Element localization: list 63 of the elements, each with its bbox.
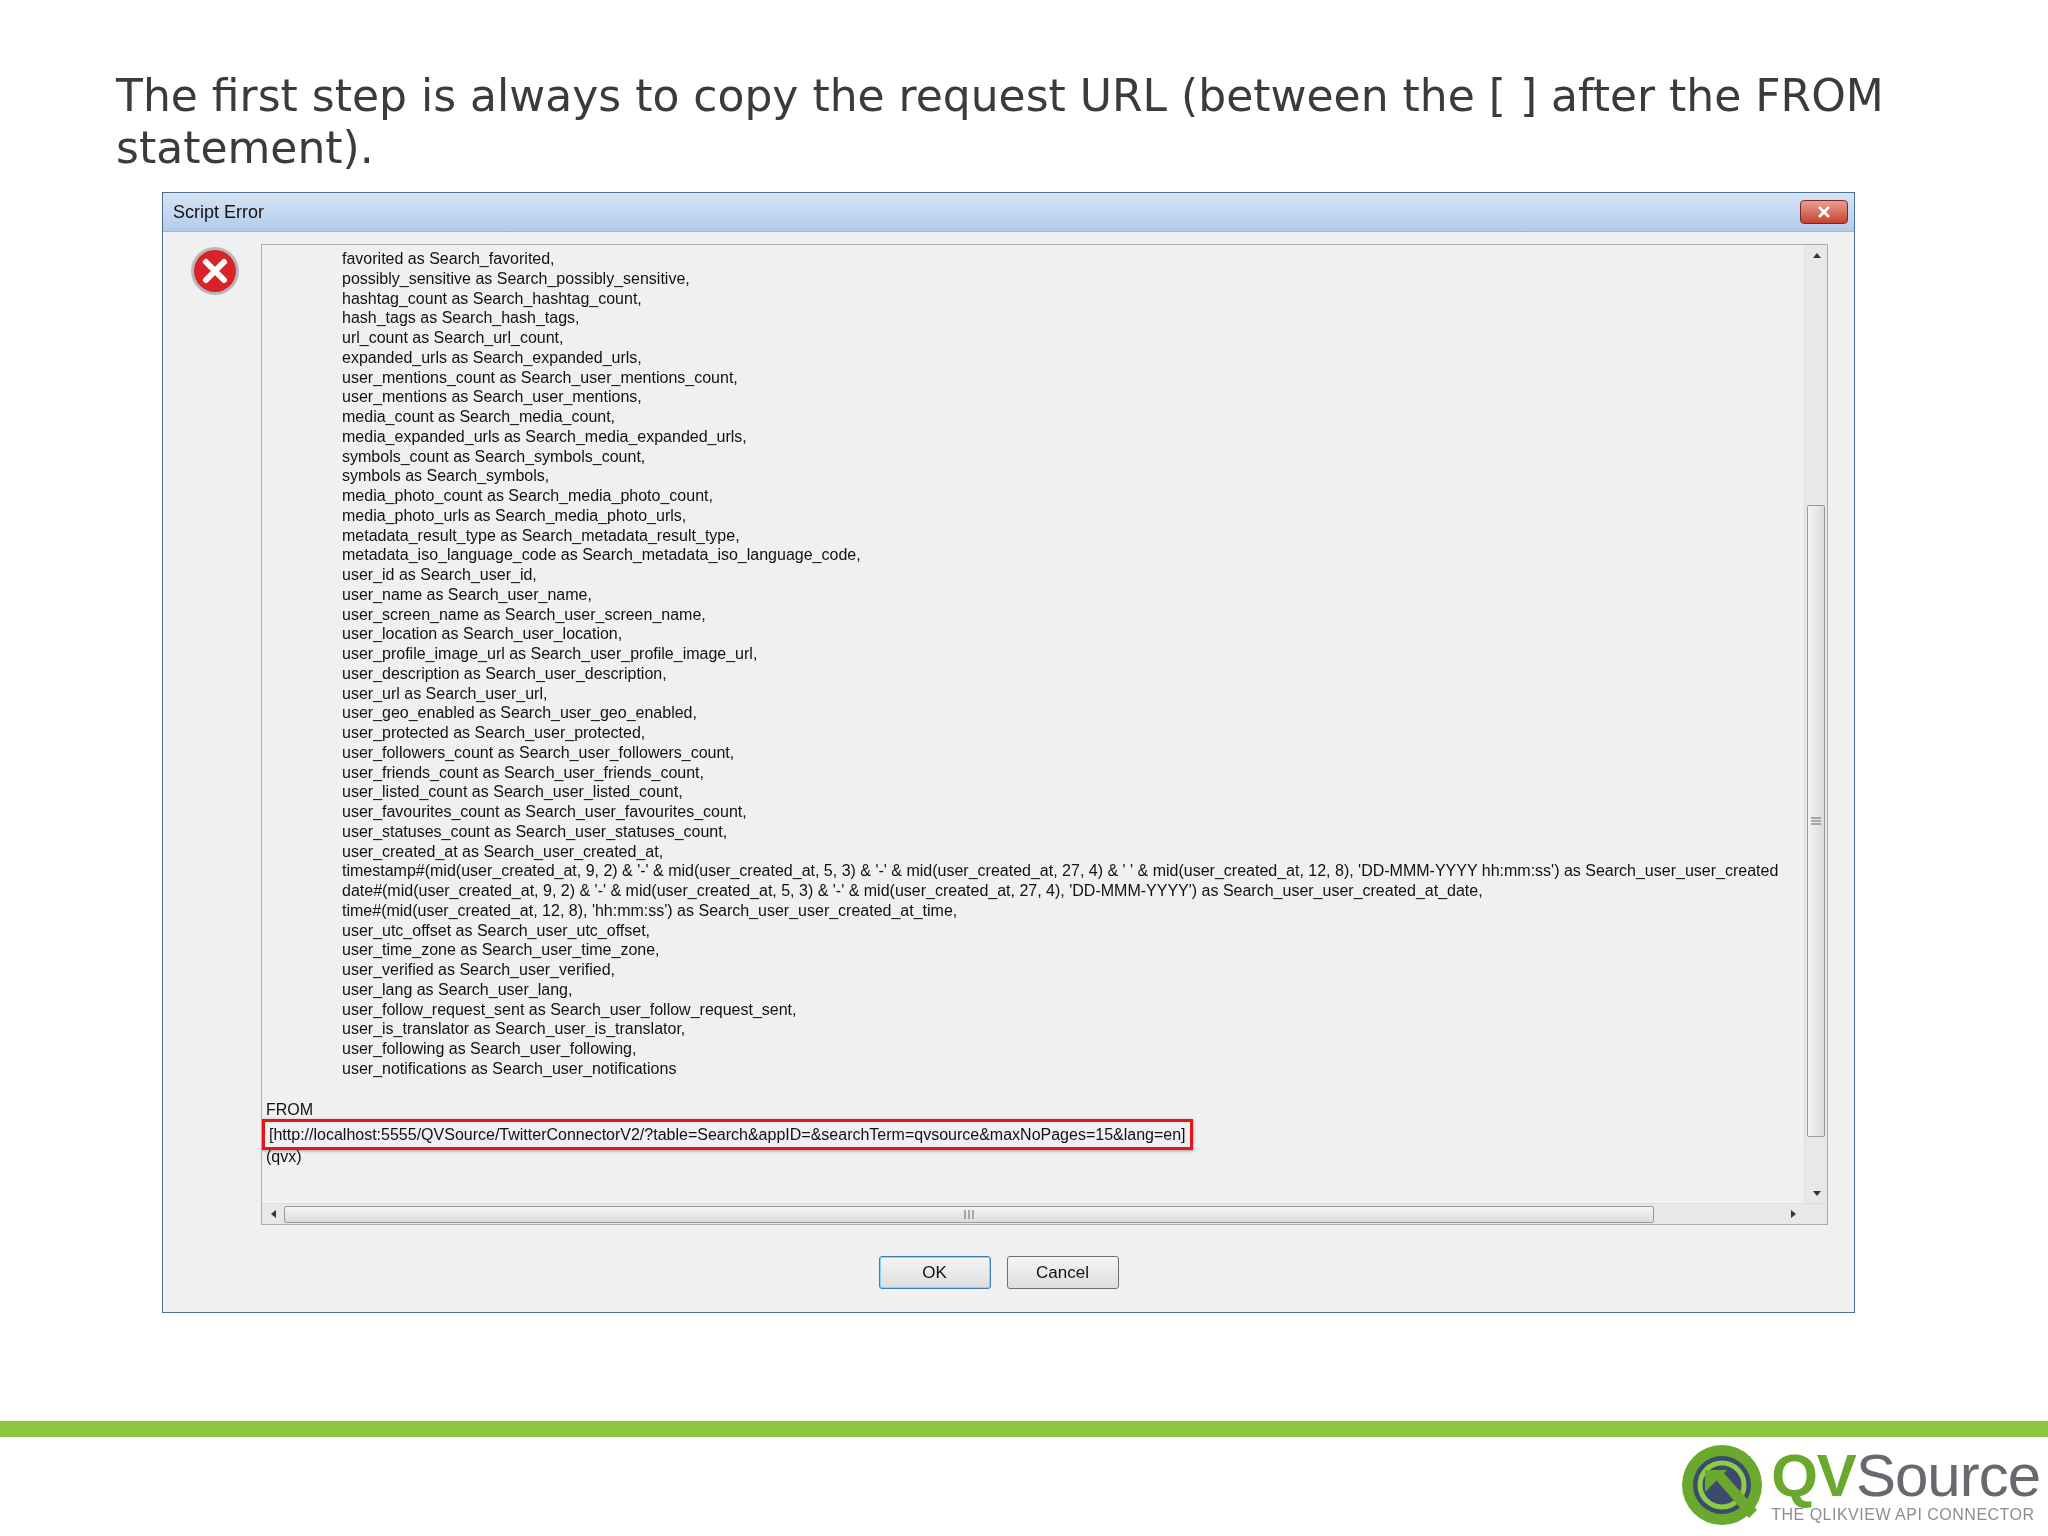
script-line: url_count as Search_url_count, <box>342 328 565 348</box>
script-line: user_followers_count as Search_user_followers_count, <box>342 742 736 763</box>
script-line: hash_tags as Search_hash_tags, <box>342 308 581 328</box>
script-line: user_created_at as Search_user_created_at, <box>342 841 665 862</box>
script-line: user_name as Search_user_name, <box>342 584 593 605</box>
script-line: user_mentions as Search_user_mentions, <box>342 387 643 407</box>
script-line: user_utc_offset as Search_user_utc_offset, <box>342 920 652 941</box>
script-text-area[interactable] <box>261 244 1828 1225</box>
script-line: metadata_result_type as Search_metadata_result_type, <box>342 525 741 546</box>
script-line: user_description as Search_user_description, <box>342 663 668 684</box>
script-line: expanded_urls as Search_expanded_urls, <box>342 347 643 368</box>
script-line: user_mentions_count as Search_user_mentions_count, <box>342 367 739 388</box>
script-line: user_statuses_count as Search_user_statuses_count, <box>342 821 729 842</box>
error-icon <box>190 246 240 296</box>
close-icon <box>1816 206 1832 218</box>
script-line: user_notifications as Search_user_notifications <box>342 1058 678 1079</box>
window-title: Script Error <box>173 201 264 223</box>
scrollbar-thumb[interactable] <box>1807 505 1825 1137</box>
script-line: user_is_translator as Search_user_is_translator, <box>342 1019 687 1039</box>
script-line: media_count as Search_media_count, <box>342 407 617 427</box>
script-line: user_protected as Search_user_protected, <box>342 723 647 743</box>
script-line: user_location as Search_user_location, <box>342 624 624 644</box>
script-line: hashtag_count as Search_hashtag_count, <box>342 288 643 309</box>
script-line: user_following as Search_user_following, <box>342 1039 638 1059</box>
script-line: user_time_zone as Search_user_time_zone, <box>342 940 661 960</box>
script-line: user_listed_count as Search_user_listed_count, <box>342 782 684 802</box>
script-line: possibly_sensitive as Search_possibly_sensitive, <box>342 268 691 289</box>
grip-icon <box>964 1209 974 1219</box>
script-line: metadata_iso_language_code as Search_metadata_iso_language_code, <box>342 545 862 565</box>
script-line: user_profile_image_url as Search_user_profile_image_url, <box>342 644 759 664</box>
script-line: media_photo_urls as Search_media_photo_urls, <box>342 505 688 526</box>
script-line: user_geo_enabled as Search_user_geo_enabled, <box>342 703 698 723</box>
slide-heading: The first step is always to copy the request URL (between the [ ] after the FROM statement). <box>116 70 1885 174</box>
horizontal-scrollbar[interactable] <box>262 1203 1827 1224</box>
from-keyword: FROM <box>266 1099 315 1120</box>
script-line: user_screen_name as Search_user_screen_name, <box>342 604 707 625</box>
grip-icon <box>1811 817 1821 825</box>
script-line: user_favourites_count as Search_user_favourites_count, <box>342 802 748 822</box>
close-button[interactable] <box>1800 200 1848 224</box>
logo-wordmark: QVSource <box>1771 1445 2040 1506</box>
script-line: media_photo_count as Search_media_photo_count, <box>342 486 714 506</box>
script-line: user_lang as Search_user_lang, <box>342 979 574 1000</box>
ok-button[interactable]: OK <box>878 1256 991 1289</box>
script-line: symbols_count as Search_symbols_count, <box>342 446 647 467</box>
scroll-left-icon <box>270 1210 276 1218</box>
script-line: favorited as Search_favorited, <box>342 249 556 269</box>
cancel-button[interactable]: Cancel <box>1006 1256 1119 1289</box>
script-line: user_url as Search_user_url, <box>342 683 549 704</box>
request-url: [http://localhost:5555/QVSource/TwitterConnectorV2/?table=Search&appID=&searchTerm=qvsource&maxNoPages=15&lang=en] <box>262 1119 1193 1151</box>
script-line: symbols as Search_symbols, <box>342 466 551 486</box>
script-line: timestamp#(mid(user_created_at, 9, 2) & '-' & mid(user_created_at, 5, 3) & '-' & mid(user_created_at, 27, 4) & ' ' & mid(user_created_at, 12, 8), 'DD-MMM-YYYY hh:mm:ss') as Search_user_user_created <box>342 861 1780 881</box>
scroll-up-icon <box>1812 252 1821 258</box>
scroll-right-icon <box>1790 1210 1796 1218</box>
script-line: user_friends_count as Search_user_friends_count, <box>342 762 705 783</box>
vertical-scrollbar[interactable] <box>1804 245 1827 1203</box>
script-line: user_follow_request_sent as Search_user_follow_request_sent, <box>342 999 798 1020</box>
script-line: user_id as Search_user_id, <box>342 565 538 585</box>
script-line: media_expanded_urls as Search_media_expanded_urls, <box>342 426 748 447</box>
script-line: time#(mid(user_created_at, 12, 8), 'hh:mm:ss') as Search_user_user_created_at_time, <box>342 900 959 921</box>
script-line: date#(mid(user_created_at, 9, 2) & '-' & mid(user_created_at, 5, 3) & '-' & mid(user_created_at, 27, 4), 'DD-MMM-YYYY') as Search_user_user_created_at_date, <box>342 881 1484 901</box>
scrollbar-thumb[interactable] <box>284 1205 1654 1223</box>
scroll-down-icon <box>1812 1190 1821 1196</box>
script-line: user_verified as Search_user_verified, <box>342 960 617 980</box>
